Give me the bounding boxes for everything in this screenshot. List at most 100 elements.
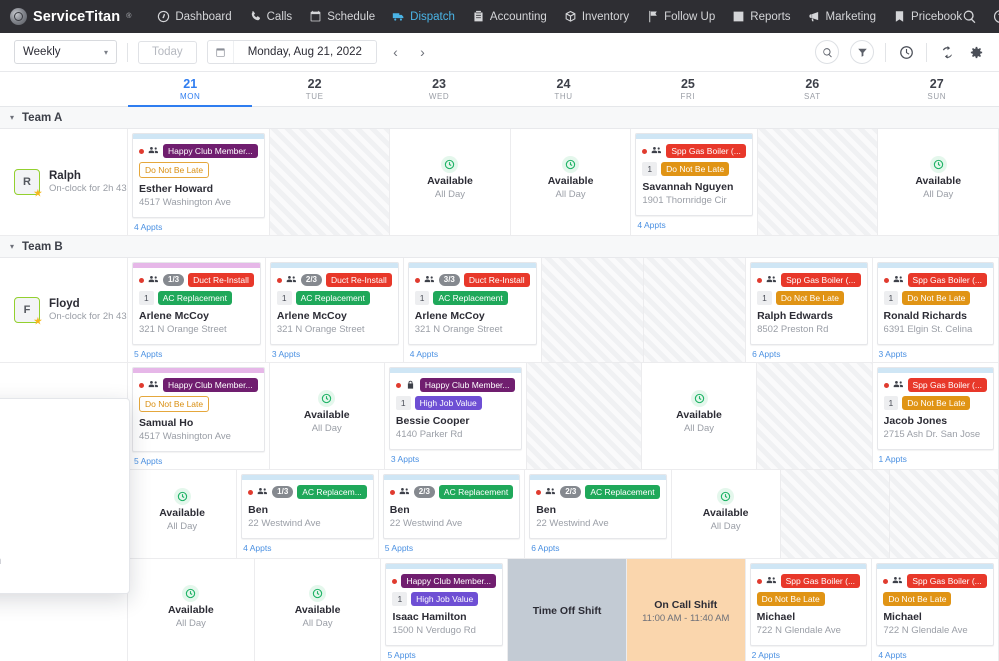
appointment-tag[interactable]: Do Not Be Late [756, 592, 825, 606]
day-cell[interactable]: Spp Gas Boiler (... 1 Do Not Be Late Jacob … [873, 363, 999, 469]
appointment-count-link[interactable]: 4 Appts [241, 539, 374, 556]
nav-item-dashboard[interactable]: Dashboard [157, 10, 232, 23]
day-cell[interactable] [757, 363, 873, 469]
appointment-tag[interactable]: AC Replacem... [297, 485, 367, 499]
day-cell[interactable]: Available All Day [270, 363, 385, 469]
day-cell[interactable] [780, 470, 890, 558]
day-cell[interactable]: On Call Shift 11:00 AM - 11:40 AM [626, 559, 746, 661]
nav-item-reports[interactable]: Reports [732, 10, 791, 23]
appointment-count-link[interactable]: 5 Appts [385, 646, 503, 661]
appointment-tag[interactable]: Do Not Be Late [661, 162, 730, 176]
day-cell[interactable]: 1/3 Duct Re-Install 1 AC Replacement Arlene … [128, 258, 266, 362]
team-header[interactable]: ▾ Team A [0, 107, 999, 129]
appointment-tag[interactable]: Spp Gas Boiler (... [781, 273, 861, 287]
appointment-count-link[interactable]: 1 Appts [877, 450, 994, 467]
appointment-tag[interactable]: AC Replacement [585, 485, 660, 499]
appointment-count-link[interactable]: 5 Appts [132, 452, 265, 469]
appointment-card[interactable]: 3/3 Duct Re-Install 1 AC Replacement Arlene … [407, 262, 537, 345]
appointment-count-link[interactable]: 3 Appts [877, 345, 994, 362]
appointment-count-link[interactable]: 4 Appts [876, 646, 994, 661]
day-cell[interactable] [541, 258, 644, 362]
appointment-card[interactable]: Happy Club Member... Do Not Be Late Esther… [132, 133, 265, 218]
appointment-tag[interactable]: AC Replacement [157, 291, 232, 305]
nav-item-follow-up[interactable]: Follow Up [646, 10, 715, 23]
appointment-tag[interactable]: AC Replacement [295, 291, 370, 305]
appointment-card[interactable]: Happy Club Member... Do Not Be Late Samual… [132, 367, 265, 452]
appointment-card[interactable]: Happy Club Member... 1 High Job Value Isaac… [385, 563, 504, 646]
day-cell[interactable]: Available All Day [255, 559, 382, 661]
nav-item-schedule[interactable]: Schedule [309, 10, 375, 23]
appointment-card[interactable]: 1/3 AC Replacem... Ben 22 Westwind Ave [241, 474, 374, 539]
available-slot[interactable]: Available All Day [515, 133, 627, 235]
available-slot[interactable]: Available All Day [394, 133, 506, 235]
available-slot[interactable]: Available All Day [132, 563, 250, 661]
shift-block[interactable]: On Call Shift 11:00 AM - 11:40 AM [626, 559, 745, 661]
day-cell[interactable]: Spp Gas Boiler (... 1 Do Not Be Late Ronald… [873, 258, 999, 362]
available-slot[interactable]: Available All Day [132, 474, 232, 558]
day-cell[interactable]: Happy Club Member... Do Not Be Late Samual… [128, 363, 270, 469]
available-slot[interactable]: Available All Day [676, 474, 776, 558]
help-icon[interactable] [993, 9, 999, 24]
nav-item-inventory[interactable]: Inventory [564, 10, 629, 23]
appointment-count-link[interactable]: 4 Appts [408, 345, 537, 362]
day-header-mon[interactable]: 21 MON [128, 72, 253, 107]
appointment-card[interactable]: Spp Gas Boiler (... 1 Do Not Be Late Jacob … [876, 367, 994, 450]
nav-item-accounting[interactable]: Accounting [472, 10, 547, 23]
day-cell[interactable]: Spp Gas Boiler (... 1 Do Not Be Late Ralph … [746, 258, 873, 362]
appointment-tag[interactable]: High Job Value [411, 592, 479, 606]
day-header-tue[interactable]: 22 TUE [252, 72, 376, 106]
appointment-tag[interactable]: Happy Club Member... [163, 144, 258, 158]
appointment-card[interactable]: Spp Gas Boiler (... 1 Do Not Be Late Ralph … [750, 262, 868, 345]
view-mode-select[interactable]: Weekly ▾ [14, 40, 117, 64]
day-cell[interactable] [889, 470, 999, 558]
day-cell[interactable] [757, 129, 879, 235]
day-cell[interactable]: Available All Day [672, 470, 781, 558]
day-header-sat[interactable]: 26 SAT [750, 72, 874, 106]
settings-gear-icon[interactable] [967, 43, 985, 61]
appointment-count-link[interactable]: 3 Appts [270, 345, 399, 362]
day-cell[interactable]: Available All Day [128, 470, 238, 558]
appointment-card[interactable]: 1/3 Duct Re-Install 1 AC Replacement Arlene … [132, 262, 261, 345]
appointment-card[interactable]: Spp Gas Boiler (... Do Not Be Late Michael… [749, 563, 868, 646]
filter-button[interactable] [850, 40, 874, 64]
appointment-count-link[interactable]: 5 Appts [383, 539, 520, 556]
nav-item-marketing[interactable]: Marketing [808, 10, 876, 23]
appointment-tag[interactable]: Do Not Be Late [902, 396, 971, 410]
day-cell[interactable]: Happy Club Member... Do Not Be Late Esther… [128, 129, 270, 235]
appointment-tag[interactable]: High Job Value [414, 396, 482, 410]
day-cell[interactable]: Available All Day [878, 129, 999, 235]
day-cell[interactable]: Time Off Shift [508, 559, 627, 661]
appointment-tag[interactable]: Duct Re-Install [326, 273, 392, 287]
appointment-tag[interactable]: AC Replacement [438, 485, 514, 499]
day-cell[interactable]: Available All Day [642, 363, 758, 469]
appointment-count-link[interactable]: 6 Appts [529, 539, 666, 556]
board-search-button[interactable] [815, 40, 839, 64]
appointment-tag[interactable]: Do Not Be Late [883, 592, 952, 606]
chevron-down-icon[interactable]: ▾ [10, 242, 14, 251]
appointment-count-link[interactable]: 4 Appts [132, 218, 265, 235]
appointment-tag[interactable]: Spp Gas Boiler (... [907, 273, 987, 287]
day-cell[interactable]: Happy Club Member... 1 High Job Value Bessi… [385, 363, 527, 469]
available-slot[interactable]: Available All Day [274, 367, 380, 469]
day-cell[interactable] [269, 129, 391, 235]
date-picker[interactable]: Monday, Aug 21, 2022 [206, 40, 377, 64]
today-button[interactable]: Today [138, 40, 197, 64]
nav-item-dispatch[interactable]: Dispatch [392, 10, 455, 23]
day-cell[interactable] [643, 258, 747, 362]
day-cell[interactable] [526, 363, 642, 469]
appointment-tag[interactable]: Do Not Be Late [139, 396, 210, 412]
day-cell[interactable]: Spp Gas Boiler (... Do Not Be Late Michael… [746, 559, 873, 661]
appointment-card[interactable]: Happy Club Member... 1 High Job Value Bessi… [388, 367, 522, 450]
refresh-icon[interactable] [938, 43, 956, 61]
appointment-tag[interactable]: Do Not Be Late [775, 291, 844, 305]
next-date-button[interactable]: › [414, 41, 431, 63]
available-slot[interactable]: Available All Day [882, 133, 994, 235]
day-cell[interactable]: Spp Gas Boiler (... 1 Do Not Be Late Savann… [631, 129, 758, 235]
appointment-tag[interactable]: Happy Club Member... [163, 378, 258, 392]
appointment-count-link[interactable]: 2 Appts [750, 646, 868, 661]
nav-item-calls[interactable]: Calls [249, 10, 292, 23]
day-cell[interactable]: Available All Day [511, 129, 632, 235]
appointment-tag[interactable]: Spp Gas Boiler (... [907, 378, 987, 392]
day-header-sun[interactable]: 27 SUN [875, 72, 999, 106]
day-cell[interactable]: Spp Gas Boiler (... Do Not Be Late Michael… [872, 559, 999, 661]
